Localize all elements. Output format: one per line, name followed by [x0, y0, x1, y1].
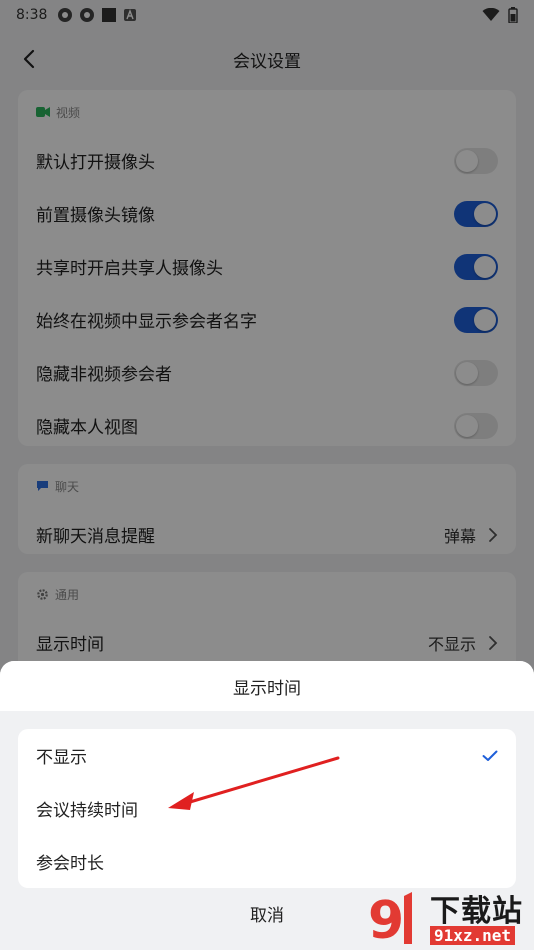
svg-text:9: 9: [368, 891, 404, 950]
annotation-arrow-icon: [168, 756, 340, 810]
watermark-logo-icon: 9: [368, 891, 412, 950]
watermark-title: 下载站: [430, 894, 523, 929]
site-watermark: 9 下载站 91xz.net: [366, 886, 534, 950]
watermark-url: 91xz.net: [430, 926, 516, 945]
